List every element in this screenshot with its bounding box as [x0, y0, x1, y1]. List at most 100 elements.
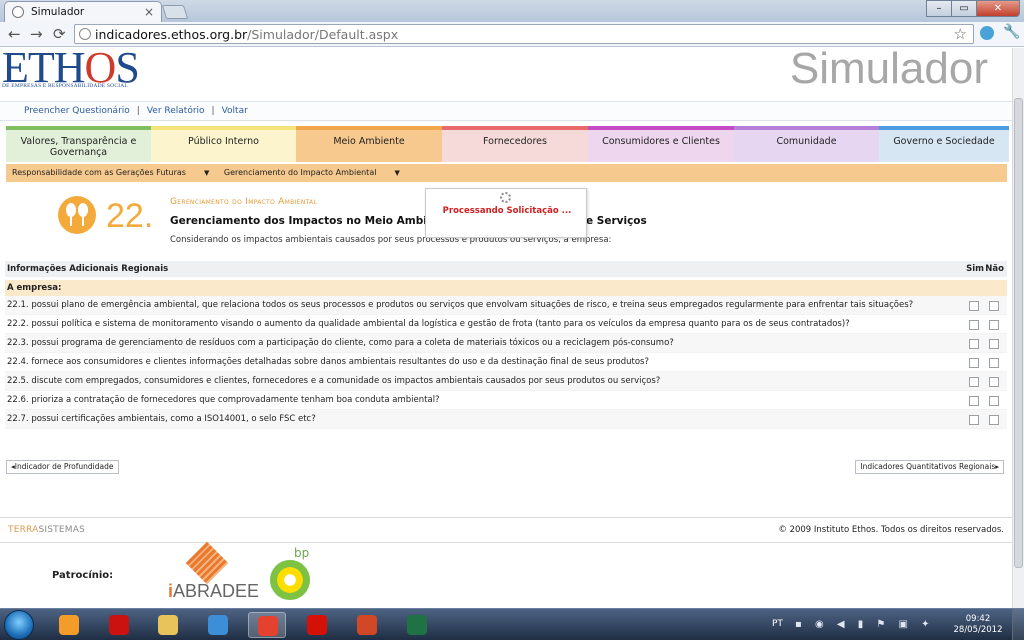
divider — [0, 542, 1012, 543]
internet-explorer-icon-glyph — [208, 615, 228, 635]
scrollbar-thumb[interactable] — [1014, 98, 1023, 568]
nao-checkbox[interactable] — [989, 320, 999, 330]
ethos-logo[interactable]: ETHOS — [2, 48, 140, 90]
browser-titlebar: Simulador × – ▭ ✕ — [0, 0, 1024, 22]
page-icon — [79, 28, 91, 40]
table-row: 22.3. possui programa de gerenciamento d… — [5, 334, 1007, 353]
column-sim: Sim — [966, 264, 984, 274]
file-explorer-icon[interactable] — [149, 612, 187, 638]
powerpoint-icon[interactable] — [348, 612, 386, 638]
chevron-down-icon[interactable]: ▼ — [394, 169, 399, 177]
table-row: 22.4. fornece aos consumidores e cliente… — [5, 353, 1007, 372]
table-row: 22.5. discute com empregados, consumidor… — [5, 372, 1007, 391]
table-header: Informações Adicionais Regionais Sim Não — [5, 261, 1007, 277]
forward-icon[interactable]: → — [30, 25, 43, 43]
nav-fill-questionnaire[interactable]: Preencher Questionário — [24, 106, 130, 116]
chrome-icon-glyph — [258, 616, 278, 636]
opera-icon[interactable] — [100, 612, 138, 638]
copyright-text: © 2009 Instituto Ethos. Todos os direito… — [778, 525, 1004, 535]
sub-navigation: Responsabilidade com as Gerações Futuras… — [6, 164, 1007, 182]
tab-close-icon[interactable]: × — [144, 5, 154, 19]
tab-comunidade[interactable]: Comunidade — [734, 126, 879, 162]
nao-checkbox[interactable] — [989, 415, 999, 425]
sim-checkbox[interactable] — [969, 301, 979, 311]
minimize-button[interactable]: – — [926, 0, 952, 17]
start-button[interactable] — [4, 610, 34, 640]
maximize-button[interactable]: ▭ — [951, 0, 977, 17]
question-text: 22.7. possui certificações ambientais, c… — [7, 414, 316, 424]
question-text: 22.3. possui programa de gerenciamento d… — [7, 338, 674, 348]
terra-sistemas-logo[interactable]: TERRASISTEMAS — [8, 525, 85, 535]
next-indicator-button[interactable]: Indicadores Quantitativos Regionais▸ — [855, 460, 1004, 474]
table-row: 22.2. possui política e sistema de monit… — [5, 315, 1007, 334]
question-title: Gerenciamento dos Impactos no Meio Ambie… — [170, 215, 465, 227]
divider — [0, 517, 1012, 518]
nav-back[interactable]: Voltar — [222, 106, 248, 116]
excel-icon-glyph — [407, 615, 427, 635]
sim-checkbox[interactable] — [969, 358, 979, 368]
tab-meio[interactable]: Meio Ambiente — [296, 126, 442, 162]
tab-fornecedores[interactable]: Fornecedores — [442, 126, 588, 162]
media-player-icon[interactable] — [50, 612, 88, 638]
table-row: 22.6. prioriza a contratação de forneced… — [5, 391, 1007, 410]
column-nao: Não — [985, 264, 1004, 274]
sponsor-label: Patrocínio: — [52, 570, 114, 581]
tab-valores,[interactable]: Valores, Transparência e Governança — [6, 126, 151, 162]
url-bar[interactable]: indicadores.ethos.org.br/Simulador/Defau… — [74, 24, 974, 44]
lastfm-icon[interactable] — [298, 612, 336, 638]
sim-checkbox[interactable] — [969, 396, 979, 406]
abradee-logo[interactable]: iABRADEE — [168, 581, 259, 602]
sim-checkbox[interactable] — [969, 377, 979, 387]
tab-consumidores[interactable]: Consumidores e Clientes — [588, 126, 734, 162]
sim-checkbox[interactable] — [969, 320, 979, 330]
lastfm-icon-glyph — [307, 615, 327, 635]
table-row: 22.7. possui certificações ambientais, c… — [5, 410, 1007, 429]
question-number: 22. — [106, 197, 154, 235]
web-page: ETHOS DE EMPRESAS E RESPONSABILIDADE SOC… — [0, 48, 1012, 608]
extension-icon[interactable] — [980, 26, 994, 40]
wrench-menu-icon[interactable]: 🔧 — [1003, 24, 1020, 40]
processing-text: Processando Solicitação ... — [442, 206, 572, 216]
file-explorer-icon-glyph — [158, 615, 178, 635]
internet-explorer-icon[interactable] — [199, 612, 237, 638]
tab-governo[interactable]: Governo e Sociedade — [879, 126, 1009, 162]
taskbar-clock[interactable]: 09:42 28/05/2012 — [953, 614, 1003, 636]
browser-tab[interactable]: Simulador × — [4, 1, 162, 22]
prev-indicator-button[interactable]: ◂Indicador de Profundidade — [6, 460, 119, 474]
reload-icon[interactable]: ⟳ — [53, 25, 66, 43]
nao-checkbox[interactable] — [989, 339, 999, 349]
sim-checkbox[interactable] — [969, 415, 979, 425]
subnav-impact-management[interactable]: Gerenciamento do Impacto Ambiental — [224, 168, 377, 177]
system-tray-icons[interactable]: ▪ ◉ ◀ ▮ ⚑ ▣ ✦ — [795, 619, 935, 630]
theme-tabs: Valores, Transparência e Governança Públi… — [6, 126, 1009, 162]
nao-checkbox[interactable] — [989, 377, 999, 387]
url-text: indicadores.ethos.org.br/Simulador/Defau… — [95, 27, 399, 42]
processing-dialog: Processando Solicitação ... — [425, 188, 587, 238]
language-indicator[interactable]: PT — [772, 619, 783, 629]
abradee-mark-icon — [185, 541, 229, 585]
show-desktop-button[interactable] — [1012, 609, 1024, 640]
excel-icon[interactable] — [398, 612, 436, 638]
question-text: 22.6. prioriza a contratação de forneced… — [7, 395, 440, 405]
sim-checkbox[interactable] — [969, 339, 979, 349]
chevron-down-icon[interactable]: ▼ — [204, 169, 209, 177]
nav-view-report[interactable]: Ver Relatório — [147, 106, 205, 116]
bp-helios-icon[interactable] — [270, 560, 310, 600]
close-window-button[interactable]: ✕ — [976, 0, 1020, 17]
back-icon[interactable]: ← — [8, 25, 21, 43]
nao-checkbox[interactable] — [989, 301, 999, 311]
page-scrollbar[interactable] — [1012, 48, 1024, 608]
bookmark-star-icon[interactable]: ☆ — [954, 25, 967, 43]
windows-taskbar: PT ▪ ◉ ◀ ▮ ⚑ ▣ ✦ 09:42 28/05/2012 — [0, 608, 1024, 640]
nao-checkbox[interactable] — [989, 396, 999, 406]
logo-subtitle: DE EMPRESAS E RESPONSABILIDADE SOCIAL — [2, 83, 128, 89]
address-toolbar: ← → ⟳ indicadores.ethos.org.br/Simulador… — [0, 22, 1024, 47]
tab-publico[interactable]: Público Interno — [151, 126, 296, 162]
subnav-future-generations[interactable]: Responsabilidade com as Gerações Futuras — [12, 168, 186, 177]
chrome-icon[interactable] — [248, 612, 286, 638]
nao-checkbox[interactable] — [989, 358, 999, 368]
new-tab-button[interactable] — [161, 5, 189, 19]
spinner-icon — [500, 192, 511, 203]
table-row: 22.1. possui plano de emergência ambient… — [5, 296, 1007, 315]
bp-logo-text: bp — [294, 546, 310, 560]
